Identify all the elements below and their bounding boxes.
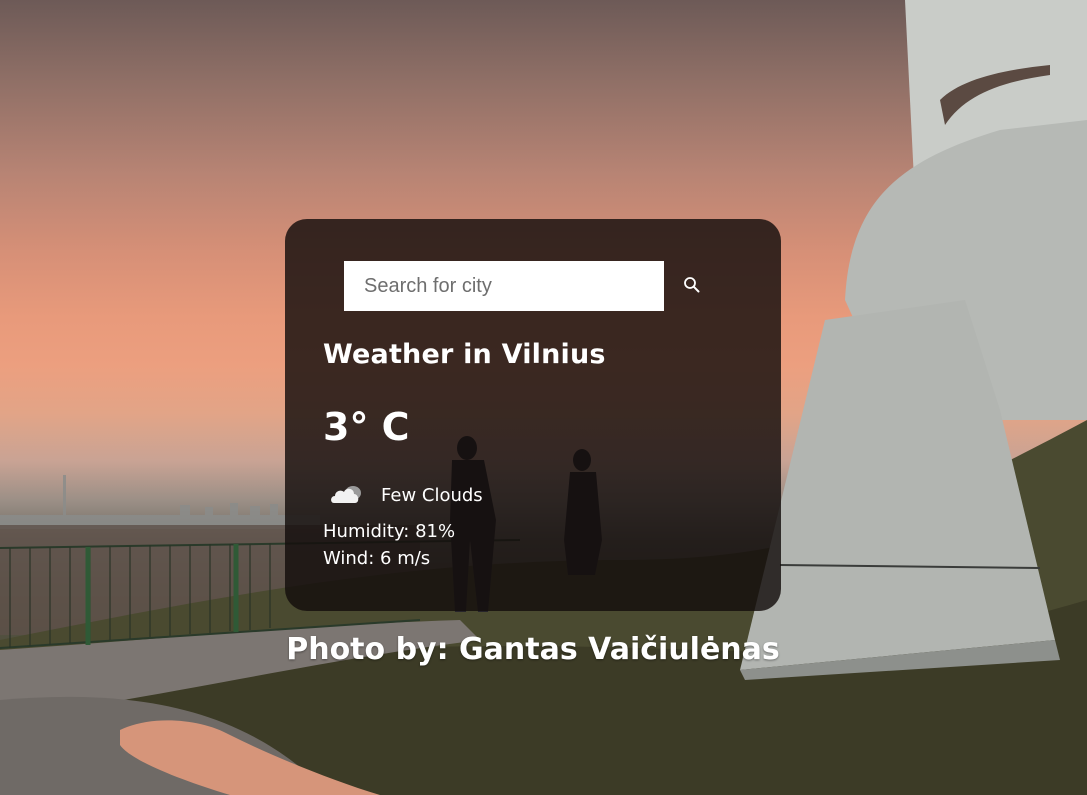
- search-input[interactable]: [344, 261, 664, 311]
- condition-row: Few Clouds: [329, 481, 483, 509]
- cloud-icon: [329, 481, 365, 509]
- city-title: Weather in Vilnius: [323, 339, 606, 370]
- search-bar: [344, 261, 720, 311]
- temperature: 3° C: [323, 405, 410, 449]
- weather-card: Weather in Vilnius 3° C Few Clouds Humid…: [285, 219, 781, 611]
- condition-description: Few Clouds: [381, 484, 483, 506]
- search-icon: [683, 276, 701, 297]
- photo-credit: Photo by: Gantas Vaičiulėnas: [286, 632, 780, 667]
- humidity: Humidity: 81%: [323, 521, 456, 542]
- search-button[interactable]: [664, 261, 720, 311]
- wind: Wind: 6 m/s: [323, 548, 431, 569]
